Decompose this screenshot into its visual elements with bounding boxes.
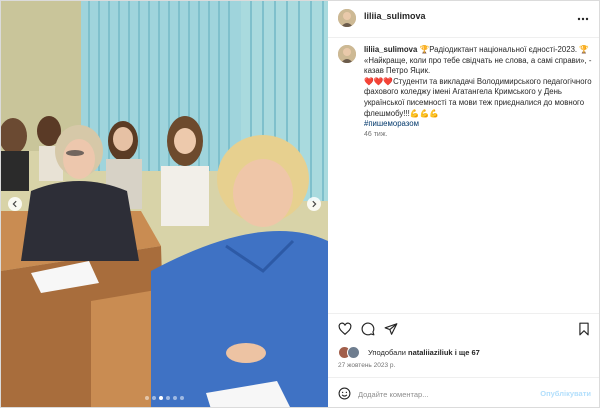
caption-username[interactable]: liliia_sulimova (364, 45, 417, 54)
avatar[interactable] (338, 9, 356, 27)
post-date[interactable]: 27 жовтень 2023 р. (338, 362, 395, 369)
heart-icon[interactable] (338, 322, 352, 336)
liker-avatar (347, 346, 360, 359)
caption-line-1: 🏆Радіодиктант національної єдності-2023.… (419, 45, 589, 54)
likes-count[interactable]: і ще 67 (455, 348, 480, 357)
avatar-image (338, 45, 356, 63)
carousel-dot (173, 396, 177, 400)
carousel-dot (145, 396, 149, 400)
more-horizontal-icon[interactable] (577, 13, 589, 25)
caption-hashtag[interactable]: #пишеморазом (364, 119, 594, 130)
carousel-dot (180, 396, 184, 400)
comment-icon[interactable] (361, 322, 375, 336)
share-icon[interactable] (384, 322, 398, 336)
carousel-dot-active (159, 396, 163, 400)
post-actions (328, 313, 599, 342)
bookmark-icon[interactable] (577, 322, 591, 336)
post-modal: liliia_sulimova liliia_sulimova 🏆Радіоди… (0, 0, 600, 408)
comment-bar: Опублікувати (328, 377, 599, 407)
caption-avatar[interactable] (338, 45, 356, 63)
caption-time[interactable]: 46 тиж. (364, 130, 594, 141)
avatar-image (338, 9, 356, 27)
comment-input[interactable] (358, 387, 528, 401)
post-side-panel: liliia_sulimova liliia_sulimova 🏆Радіоди… (328, 1, 599, 407)
photo-classroom (1, 1, 328, 407)
carousel-dot (152, 396, 156, 400)
carousel-prev-button[interactable] (8, 197, 22, 211)
likes-summary[interactable]: Уподобали nataliiaziliuk і ще 67 (338, 346, 598, 360)
carousel-dot (166, 396, 170, 400)
caption-text: liliia_sulimova 🏆Радіодиктант національн… (364, 45, 594, 140)
chevron-left-icon (12, 200, 17, 208)
likes-user[interactable]: nataliiaziliuk (408, 348, 453, 357)
header-username[interactable]: liliia_sulimova (364, 11, 426, 21)
carousel-next-button[interactable] (307, 197, 321, 211)
likes-text: Уподобали nataliiaziliuk і ще 67 (368, 348, 480, 357)
post-header: liliia_sulimova (328, 1, 599, 38)
caption-line-2: «Найкраще, коли про тебе свідчать не сло… (364, 55, 592, 76)
chevron-right-icon (312, 200, 317, 208)
post-comment-button[interactable]: Опублікувати (540, 389, 591, 398)
carousel-indicator (1, 396, 328, 400)
likes-prefix: Уподобали (368, 348, 406, 357)
emoji-icon[interactable] (338, 387, 351, 400)
caption-line-3: ❤️❤️❤️Студенти та викладачі Володимирськ… (364, 76, 592, 118)
post-photo[interactable] (1, 1, 328, 407)
